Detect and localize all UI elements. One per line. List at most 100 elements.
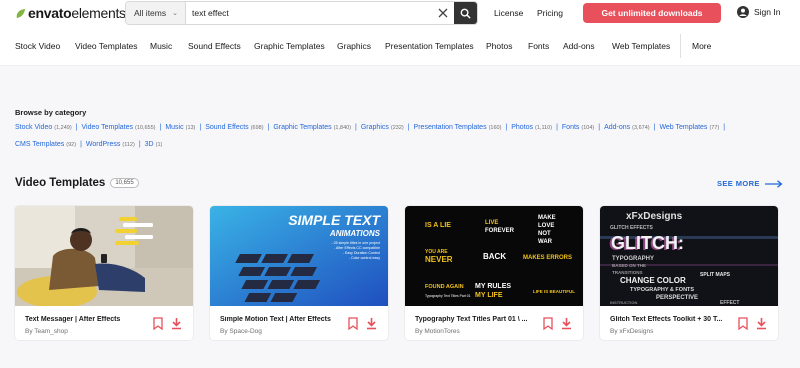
thumb-glitch-line: BASED ON THE	[612, 263, 646, 268]
nav-item-stock-video[interactable]: Stock Video	[15, 41, 60, 51]
get-unlimited-downloads-button[interactable]: Get unlimited downloads	[583, 3, 721, 23]
thumb-glitch-line: PERSPECTIVE	[656, 295, 698, 301]
card-title[interactable]: Text Messager | After Effects	[25, 316, 147, 323]
nav-item-fonts[interactable]: Fonts	[528, 41, 549, 51]
item-card[interactable]: Text Messager | After Effects By Team_sh…	[15, 206, 193, 340]
envato-logo[interactable]: envato elements	[15, 5, 126, 21]
thumb-glitch-line: TYPOGRAPHY & FONTS	[630, 287, 694, 293]
sign-in-label: Sign In	[754, 7, 781, 17]
category-link-stock-video[interactable]: Stock Video (1,249)	[15, 124, 72, 131]
nav-item-video-templates[interactable]: Video Templates	[75, 41, 138, 51]
sign-in-button[interactable]: Sign In	[737, 6, 780, 18]
license-link[interactable]: License	[494, 8, 523, 18]
category-link-3d[interactable]: 3D (1)	[145, 141, 163, 148]
thumb-word: MY RULES	[475, 283, 511, 290]
item-card[interactable]: SIMPLE TEXT ANIMATIONS - 25 simple title…	[210, 206, 388, 340]
thumb-glitch-line: SPLIT MAPS	[700, 272, 731, 278]
card-author[interactable]: By Team_shop	[25, 328, 68, 335]
category-link-graphics[interactable]: Graphics (232)	[361, 124, 404, 131]
thumbnail-glitch-toolkit[interactable]: xFxDesigns GLITCH EFFECTS GLITCH: GLITCH…	[600, 206, 778, 306]
thumb-title: SIMPLE TEXT	[288, 212, 381, 228]
thumb-word: NEVER	[425, 255, 453, 264]
nav-item-sound-effects[interactable]: Sound Effects	[188, 41, 241, 51]
thumb-word: IS A LIE	[425, 222, 451, 229]
category-link-wordpress[interactable]: WordPress (112)	[86, 141, 135, 148]
card-author[interactable]: By xFxDesigns	[610, 328, 653, 335]
category-link-sound-effects[interactable]: Sound Effects (698)	[205, 124, 263, 131]
category-name: Add-ons	[604, 124, 631, 131]
download-icon[interactable]	[756, 317, 767, 330]
typography-titles-preview: IS A LIE LIVE FOREVER MAKE LOVE NOT WAR …	[405, 206, 583, 306]
category-link-add-ons[interactable]: Add-ons (3,674)	[604, 124, 650, 131]
bookmark-icon[interactable]	[153, 317, 163, 330]
nav-item-photos[interactable]: Photos	[486, 41, 512, 51]
nav-item-graphic-templates[interactable]: Graphic Templates	[254, 41, 325, 51]
thumb-glitch-line: GLITCH EFFECTS	[610, 225, 653, 231]
thumbnail-text-messager[interactable]	[15, 206, 193, 306]
separator: |	[598, 124, 601, 131]
nav-item-graphics[interactable]: Graphics	[337, 41, 371, 51]
category-name: Presentation Templates	[413, 124, 487, 131]
card-title[interactable]: Typography Text Titles Part 01 \ ...	[415, 316, 537, 323]
thumb-bullet: - After Effects CC compatible	[334, 246, 380, 250]
nav-item-web-templates[interactable]: Web Templates	[612, 41, 670, 51]
leaf-icon	[16, 8, 26, 18]
item-card[interactable]: IS A LIE LIVE FOREVER MAKE LOVE NOT WAR …	[405, 206, 583, 340]
category-count: (232)	[390, 125, 404, 131]
category-count: (10,655)	[135, 125, 156, 131]
separator: |	[159, 124, 162, 131]
see-more-label: SEE MORE	[717, 179, 760, 188]
category-count: (3,674)	[632, 125, 650, 131]
category-links-row-1: Stock Video (1,249) | Video Templates (10,65…	[15, 124, 775, 131]
card-title[interactable]: Simple Motion Text | After Effects	[220, 316, 342, 323]
thumb-word: WAR	[538, 239, 553, 245]
card-title[interactable]: Glitch Text Effects Toolkit + 30 T...	[610, 316, 732, 323]
card-author[interactable]: By MotionTores	[415, 328, 460, 335]
download-icon[interactable]	[561, 317, 572, 330]
bookmark-icon[interactable]	[738, 317, 748, 330]
glitch-effects-preview: xFxDesigns GLITCH EFFECTS GLITCH: GLITCH…	[600, 206, 778, 306]
category-name: CMS Templates	[15, 141, 65, 148]
category-count: (160)	[488, 125, 502, 131]
nav-item-more[interactable]: More	[692, 41, 711, 51]
thumbnail-simple-motion-text[interactable]: SIMPLE TEXT ANIMATIONS - 25 simple title…	[210, 206, 388, 306]
thumb-brand: xFxDesigns	[626, 211, 683, 222]
clear-search-button[interactable]	[432, 2, 454, 24]
category-link-graphic-templates[interactable]: Graphic Templates (1,840)	[273, 124, 351, 131]
category-link-web-templates[interactable]: Web Templates (77)	[659, 124, 719, 131]
thumb-subtitle: ANIMATIONS	[329, 229, 381, 238]
item-card[interactable]: xFxDesigns GLITCH EFFECTS GLITCH: GLITCH…	[600, 206, 778, 340]
search-button[interactable]	[454, 2, 477, 24]
category-links-row-2: CMS Templates (92) | WordPress (112) | 3D (1)	[15, 141, 775, 148]
nav-item-presentation-templates[interactable]: Presentation Templates	[385, 41, 474, 51]
category-link-presentation-templates[interactable]: Presentation Templates (160)	[414, 124, 502, 131]
section-count-badge: 10,655	[110, 178, 139, 188]
nav-item-music[interactable]: Music	[150, 41, 172, 51]
category-name: Sound Effects	[205, 124, 249, 131]
category-count: (698)	[250, 125, 264, 131]
thumb-word: BACK	[483, 252, 506, 261]
nav-item-add-ons[interactable]: Add-ons	[563, 41, 595, 51]
see-more-link[interactable]: SEE MORE	[717, 179, 783, 188]
thumb-word: NOT	[538, 231, 551, 237]
logo-text-bold: envato	[28, 5, 72, 21]
category-link-photos[interactable]: Photos (1,110)	[511, 124, 552, 131]
category-link-music[interactable]: Music (13)	[165, 124, 195, 131]
download-icon[interactable]	[171, 317, 182, 330]
separator: |	[723, 124, 726, 131]
category-link-video-templates[interactable]: Video Templates (10,655)	[82, 124, 156, 131]
download-icon[interactable]	[366, 317, 377, 330]
pricing-link[interactable]: Pricing	[537, 8, 563, 18]
search-input[interactable]	[186, 2, 432, 24]
category-filter-dropdown[interactable]: All items ⌄	[126, 2, 186, 24]
category-count: (1)	[155, 142, 163, 148]
bookmark-icon[interactable]	[543, 317, 553, 330]
thumbnail-typography-titles[interactable]: IS A LIE LIVE FOREVER MAKE LOVE NOT WAR …	[405, 206, 583, 306]
section-header: Video Templates 10,655	[15, 177, 139, 189]
category-link-fonts[interactable]: Fonts (104)	[562, 124, 594, 131]
category-link-cms-templates[interactable]: CMS Templates (92)	[15, 141, 76, 148]
category-name: Photos	[511, 124, 534, 131]
thumb-bullet: - Color control easy	[349, 256, 380, 260]
bookmark-icon[interactable]	[348, 317, 358, 330]
card-author[interactable]: By Space-Dog	[220, 328, 262, 335]
